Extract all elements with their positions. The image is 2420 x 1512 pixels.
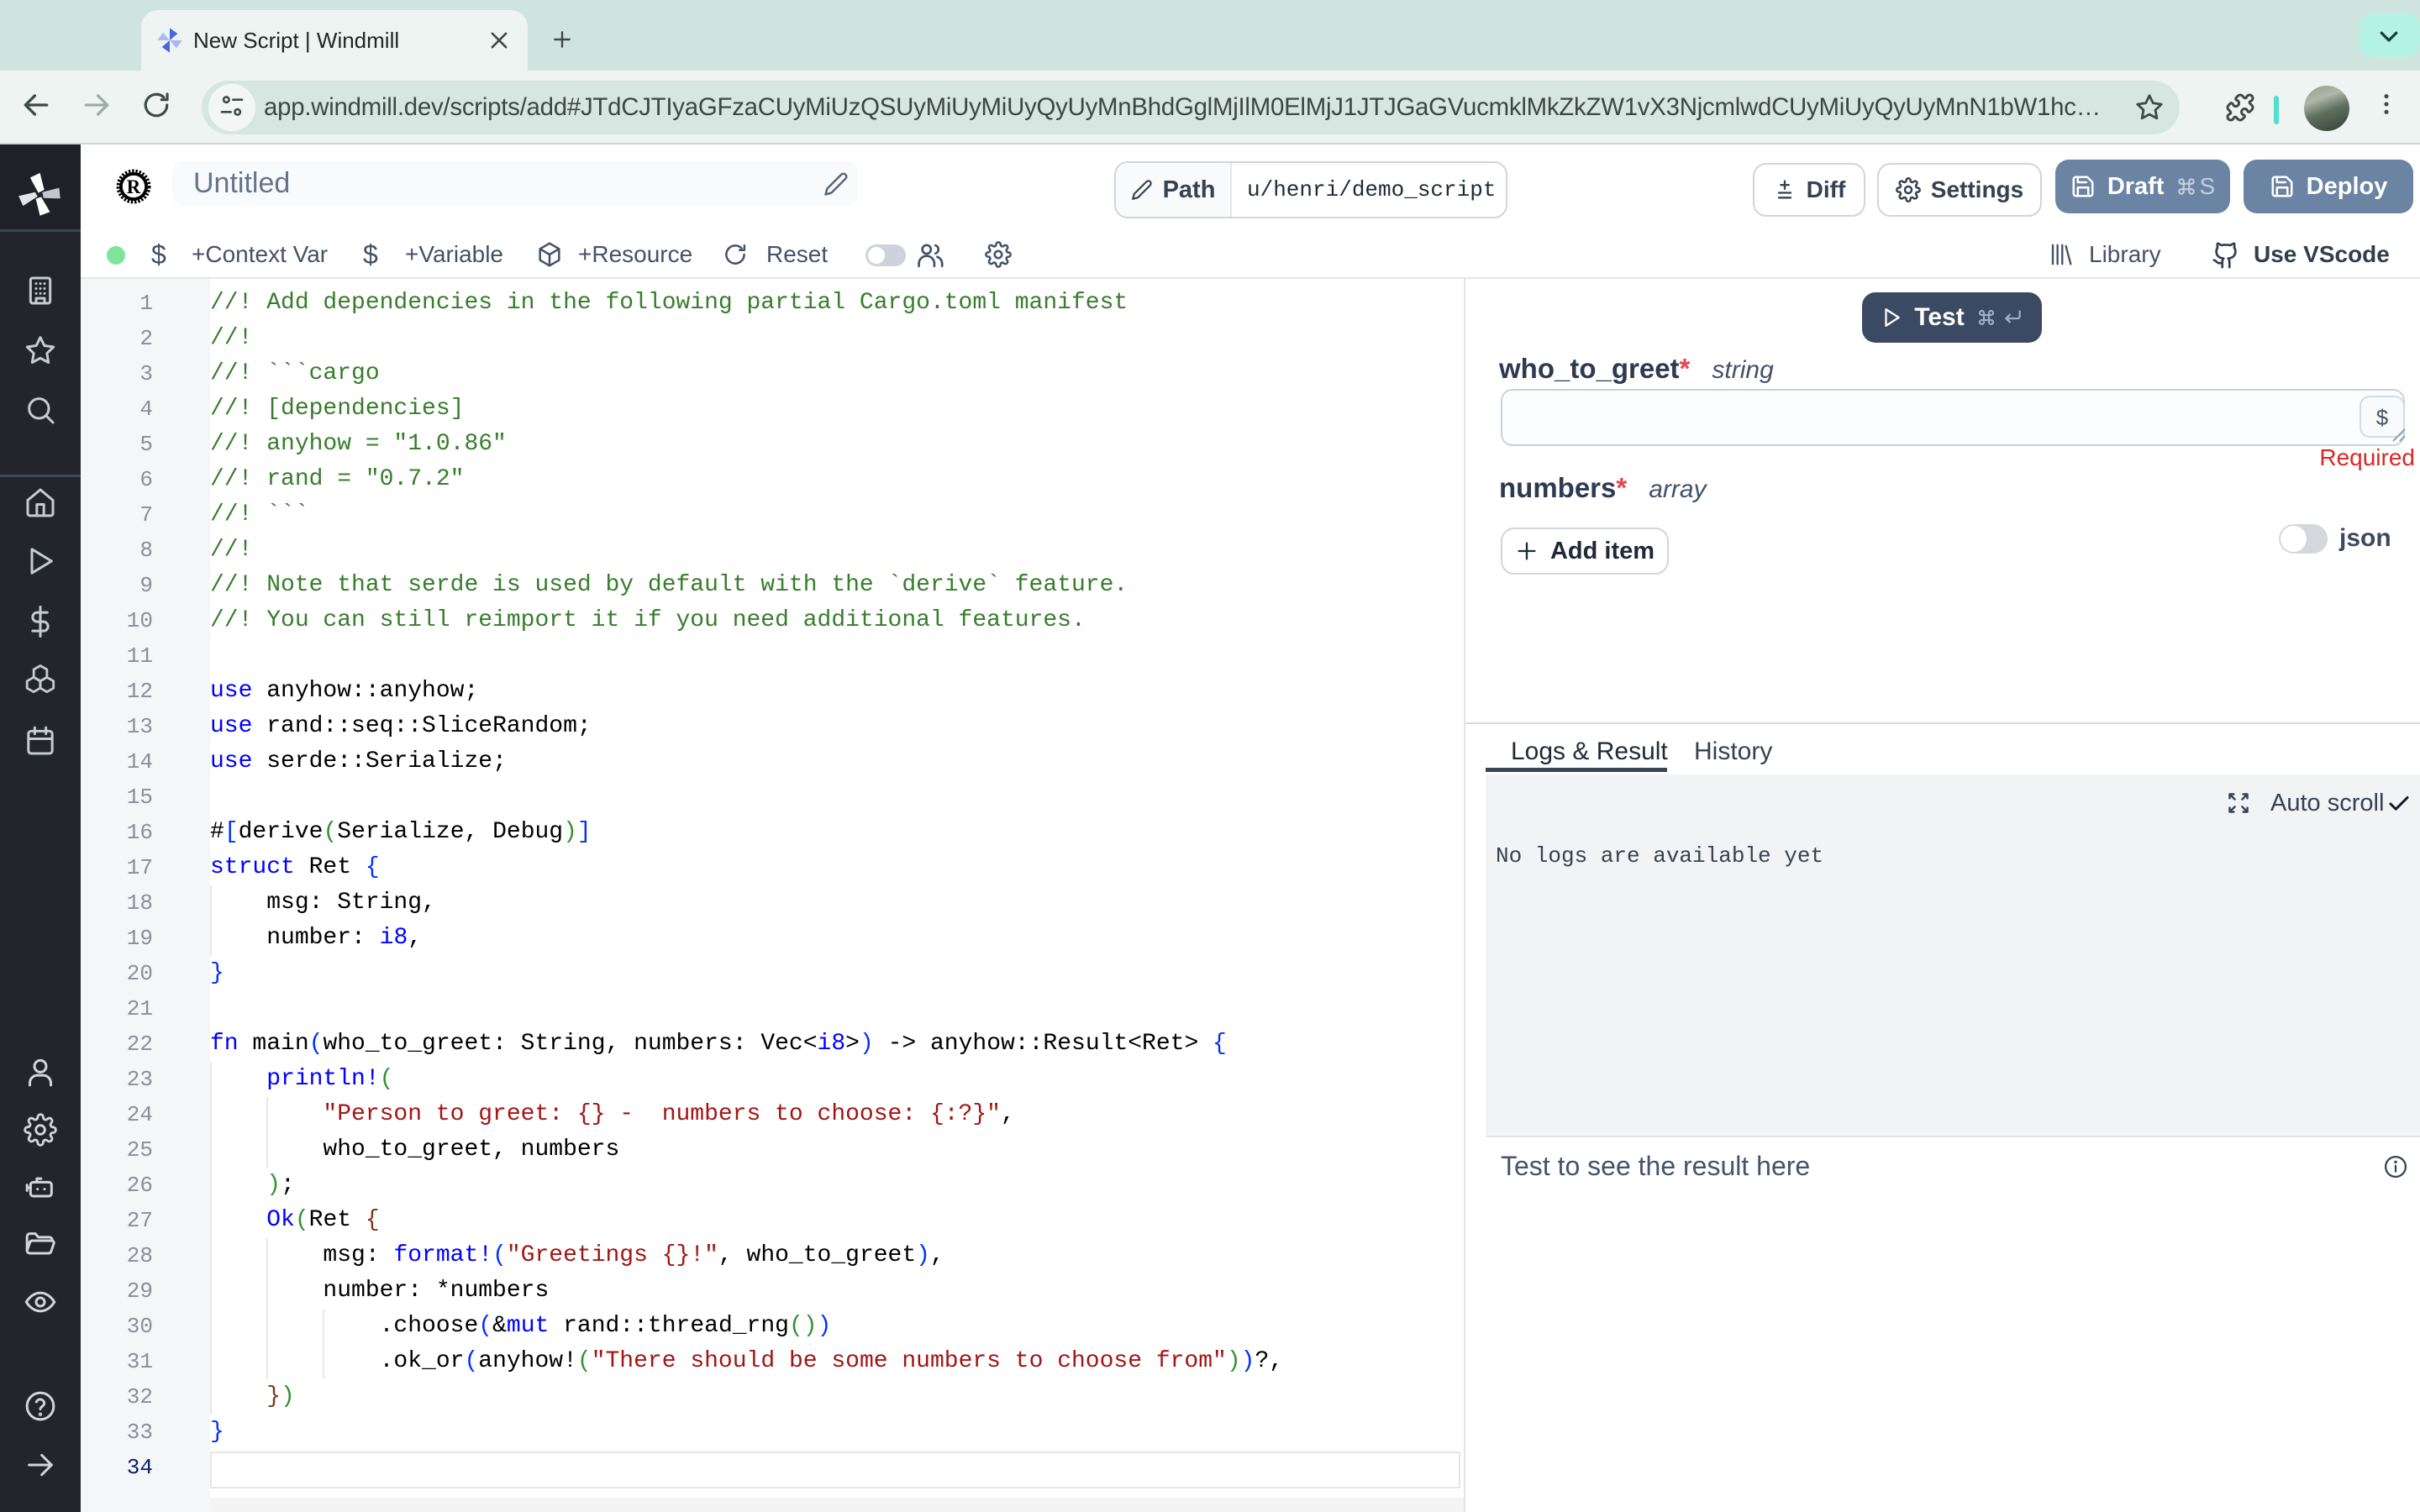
svg-text:R: R <box>127 176 141 197</box>
